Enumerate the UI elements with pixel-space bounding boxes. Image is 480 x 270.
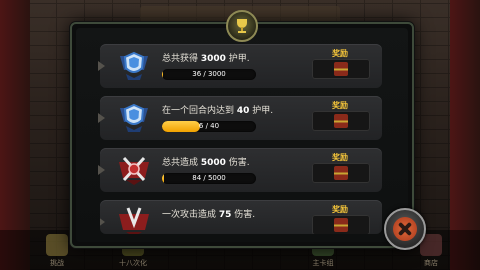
arrow-right-icon bbox=[100, 217, 105, 227]
reward-card-icon bbox=[334, 166, 348, 180]
blue-shield-medal-icon bbox=[120, 103, 148, 132]
reward-label: 奖励 bbox=[332, 101, 348, 110]
close-icon bbox=[393, 217, 417, 241]
achievement-row: 总共造成 5000 伤害. 84 / 5000 奖励 bbox=[98, 148, 382, 192]
reward-card-icon bbox=[334, 62, 348, 76]
reward-card-icon bbox=[334, 218, 348, 232]
achievement-title: 总共获得 3000 护甲. bbox=[162, 54, 250, 64]
close-button[interactable] bbox=[384, 208, 426, 250]
arrow-right-icon bbox=[98, 165, 105, 175]
arrow-right-icon bbox=[98, 61, 105, 71]
reward-label: 奖励 bbox=[332, 153, 348, 162]
achievement-row: 一次攻击造成 75 伤害. 奖励 bbox=[100, 200, 382, 234]
trophy-icon bbox=[226, 10, 258, 42]
achievement-title: 总共造成 5000 伤害. bbox=[162, 158, 250, 168]
reward-button[interactable] bbox=[312, 215, 370, 234]
reward-card-icon bbox=[334, 114, 348, 128]
progress-bar: 84 / 5000 bbox=[162, 173, 256, 184]
blue-shield-medal-icon bbox=[120, 51, 148, 80]
achievement-row: 在一个回合内达到 40 护甲. 6 / 40 奖励 bbox=[98, 96, 382, 140]
progress-bar: 6 / 40 bbox=[162, 121, 256, 132]
achievement-title: 一次攻击造成 75 伤害. bbox=[162, 210, 256, 220]
red-swords-medal-icon bbox=[119, 156, 149, 185]
reward-button[interactable] bbox=[312, 163, 370, 183]
reward-label: 奖励 bbox=[332, 205, 348, 214]
achievement-title: 在一个回合内达到 40 护甲. bbox=[162, 106, 274, 116]
trophy-icon bbox=[46, 234, 68, 256]
progress-bar: 36 / 3000 bbox=[162, 69, 256, 80]
reward-label: 奖励 bbox=[332, 49, 348, 58]
red-swords-medal-icon bbox=[119, 207, 149, 234]
reward-button[interactable] bbox=[312, 111, 370, 131]
reward-button[interactable] bbox=[312, 59, 370, 79]
arrow-right-icon bbox=[98, 113, 105, 123]
achievement-row: 总共获得 3000 护甲. 36 / 3000 奖励 bbox=[98, 44, 382, 88]
